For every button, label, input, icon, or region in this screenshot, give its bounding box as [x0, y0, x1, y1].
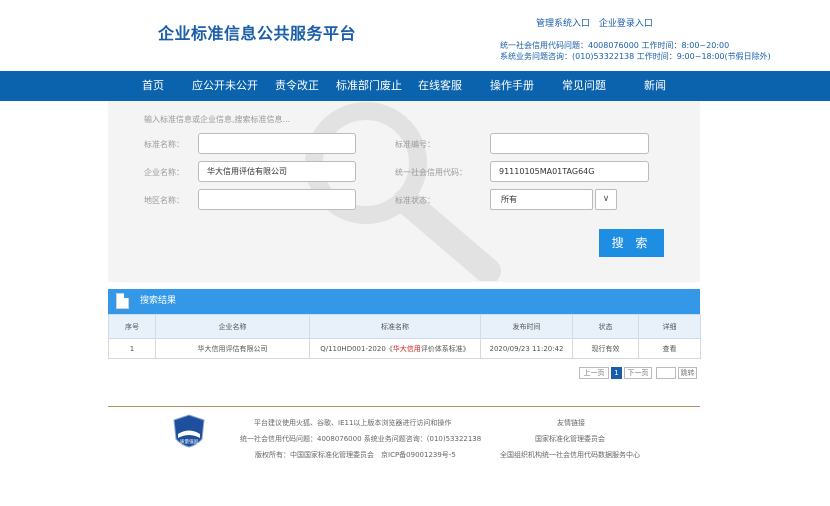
standard-number-input[interactable]	[490, 133, 649, 154]
entry-links: 管理系统入口 企业登录入口	[536, 16, 659, 29]
region-input[interactable]	[198, 189, 356, 210]
row-detail-link[interactable]: 查看	[638, 338, 701, 359]
standard-name-input[interactable]	[198, 133, 356, 154]
table-row: 1 华大信用评估有限公司 Q/110HD001-2020《华大信用评价体系标准》…	[108, 338, 701, 359]
contact-business-text: 系统业务问题咨询：(010)53322138 工作时间：9:00~18:00(节…	[500, 52, 771, 61]
contact-credit-text: 统一社会信用代码问题：4008076000 工作时间：8:00~20:00	[500, 41, 730, 50]
page-1-button[interactable]: 1	[611, 367, 622, 379]
credit-code-input[interactable]: 91110105MA01TAG64G	[490, 161, 649, 182]
main-nav: 首页 应公开未公开 责令改正 标准部门废止 在线客服 操作手册 常见问题 新闻	[0, 71, 830, 101]
search-panel: 输入标准信息或企业信息,搜索标准信息... 标准名称： 标准编号： 企业名称： …	[108, 101, 700, 282]
column-header-company: 企业名称	[155, 314, 310, 339]
standard-suffix: 评价体系标准》	[420, 344, 470, 353]
site-title: 企业标准信息公共服务平台	[158, 24, 357, 43]
company-login-link[interactable]: 企业登录入口	[599, 19, 653, 29]
next-page-button[interactable]: 下一页	[624, 367, 652, 379]
standard-name-label: 标准名称：	[144, 140, 184, 149]
company-name-label: 企业名称：	[144, 168, 184, 177]
results-title: 搜索结果	[140, 296, 177, 306]
column-header-detail: 详细	[638, 314, 701, 339]
standard-number-label: 标准编号：	[395, 140, 435, 149]
column-header-standard: 标准名称	[309, 314, 481, 339]
chevron-down-icon[interactable]: ∨	[595, 189, 617, 210]
quality-emblem-icon: 质量强国	[173, 414, 205, 448]
friend-links-title: 友情链接	[557, 419, 585, 427]
nav-item-manual[interactable]: 操作手册	[490, 71, 534, 101]
footer-browser-note: 平台建议使用火狐、谷歌、IE11以上版本浏览器进行访问和操作	[254, 419, 452, 427]
results-header: 搜索结果	[108, 289, 700, 314]
nav-item-news[interactable]: 新闻	[644, 71, 666, 101]
footer-divider	[108, 406, 700, 407]
row-published-time: 2020/09/23 11:20:42	[480, 338, 573, 359]
nav-item-abolished[interactable]: 标准部门废止	[336, 71, 402, 101]
row-index: 1	[108, 338, 156, 359]
page-jump-input[interactable]	[656, 367, 676, 379]
standard-highlight: 华大信用	[392, 344, 421, 353]
admin-entry-link[interactable]: 管理系统入口	[536, 19, 590, 29]
prev-page-button[interactable]: 上一页	[579, 367, 609, 379]
search-hint: 输入标准信息或企业信息,搜索标准信息...	[144, 115, 291, 124]
region-label: 地区名称：	[144, 196, 184, 205]
row-standard-name: Q/110HD001-2020《华大信用评价体系标准》	[309, 338, 481, 359]
row-company-link[interactable]: 华大信用评估有限公司	[155, 338, 310, 359]
results-table: 序号 企业名称 标准名称 发布时间 状态 详细 1 华大信用评估有限公司 Q/1…	[108, 314, 701, 359]
nav-item-faq[interactable]: 常见问题	[562, 71, 606, 101]
table-header-row: 序号 企业名称 标准名称 发布时间 状态 详细	[108, 314, 701, 339]
footer-contact: 统一社会信用代码问题：4008076000 系统业务问题咨询：(010)5332…	[240, 435, 482, 443]
friend-link-credit-center[interactable]: 全国组织机构统一社会信用代码数据服务中心	[500, 450, 640, 460]
nav-item-home[interactable]: 首页	[142, 71, 164, 101]
row-status: 现行有效	[572, 338, 639, 359]
footer-copyright: 版权所有：中国国家标准化管理委员会 京ICP备09001239号-5	[255, 451, 456, 459]
column-header-status: 状态	[572, 314, 639, 339]
page: 企业标准信息公共服务平台 管理系统入口 企业登录入口 统一社会信用代码问题：40…	[0, 0, 830, 506]
company-name-input[interactable]: 华大信用评估有限公司	[198, 161, 356, 182]
credit-code-label: 统一社会信用代码：	[395, 168, 467, 177]
nav-item-unpublished[interactable]: 应公开未公开	[192, 71, 258, 101]
friend-link-sac[interactable]: 国家标准化管理委员会	[535, 434, 605, 444]
nav-item-online-service[interactable]: 在线客服	[418, 71, 462, 101]
column-header-index: 序号	[108, 314, 156, 339]
emblem-text: 质量强国	[180, 438, 198, 445]
search-button[interactable]: 搜 索	[599, 229, 664, 257]
column-header-published: 发布时间	[480, 314, 573, 339]
nav-item-rectify[interactable]: 责令改正	[275, 71, 319, 101]
standard-prefix: Q/110HD001-2020《	[320, 344, 393, 353]
header: 企业标准信息公共服务平台 管理系统入口 企业登录入口 统一社会信用代码问题：40…	[0, 0, 830, 71]
page-jump-button[interactable]: 跳转	[678, 367, 697, 379]
status-select[interactable]: 所有	[490, 189, 593, 210]
document-icon	[116, 293, 129, 309]
status-label: 标准状态：	[395, 196, 435, 205]
